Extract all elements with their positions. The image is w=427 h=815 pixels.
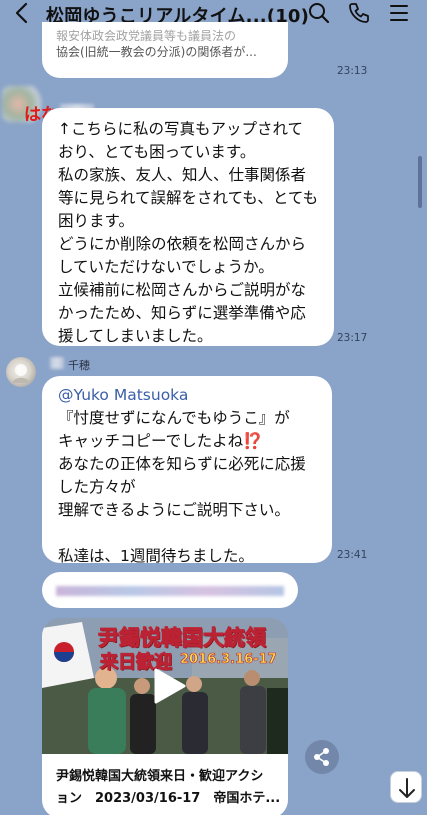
message-text-line: 『忖度せずになんでもゆうこ』が bbox=[58, 409, 290, 427]
share-button[interactable] bbox=[305, 740, 339, 774]
message-text-line: 立候補前に松岡さんからご説明がな bbox=[58, 281, 307, 299]
message-text-line: キャッチコピーでしたよね⁉️ bbox=[58, 432, 263, 450]
blurred-url bbox=[56, 586, 284, 596]
message-time: 23:41 bbox=[337, 549, 368, 561]
message-time: 23:13 bbox=[337, 65, 368, 77]
back-arrow-icon[interactable] bbox=[14, 2, 30, 28]
message-text-line: 等に見られて誤解をされても、とても bbox=[58, 189, 319, 207]
message-text-line: 困ります。 bbox=[58, 212, 134, 230]
thumbnail-date: 2016.3.16-17 bbox=[180, 652, 277, 668]
message-bubble[interactable]: @Yuko Matsuoka 『忖度せずになんでもゆうこ』が キャッチコピーでし… bbox=[42, 376, 332, 565]
message-text-line: ↑こちらに私の写真もアップされて bbox=[58, 120, 304, 138]
scroll-to-bottom-button[interactable] bbox=[390, 771, 422, 803]
share-icon bbox=[314, 748, 329, 766]
scrollbar-thumb[interactable] bbox=[418, 156, 422, 208]
message-text-line: していただけないでしょうか。 bbox=[58, 258, 274, 276]
message-text-line: かったため、知らずに選挙準備や応 bbox=[58, 304, 306, 322]
link-title-line: 尹錫悦韓国大統領来日・歓迎アクシ bbox=[56, 769, 264, 784]
message-text-line: 援してしまいました。 bbox=[58, 327, 213, 345]
message-text-line: 協会(旧統一教会の分派)の関係者が... bbox=[56, 45, 257, 59]
blurred-name bbox=[50, 357, 64, 369]
message-text-line: 私の家族、友人、知人、仕事関係者 bbox=[58, 166, 307, 184]
arrow-down-icon bbox=[399, 778, 415, 798]
message-text-line: あなたの正体を知らずに必死に応援 bbox=[58, 455, 306, 473]
link-title: 尹錫悦韓国大統領来日・歓迎アクシ ョン 2023/03/16-17 帝国ホテ..… bbox=[56, 766, 284, 810]
play-button[interactable] bbox=[148, 666, 188, 706]
message-text-line: した方々が bbox=[58, 478, 136, 496]
message-text-line: 理解できるようにご説明下さい。 bbox=[58, 501, 290, 519]
phone-icon[interactable] bbox=[348, 2, 370, 28]
message-time: 23:17 bbox=[337, 332, 368, 344]
message-text-line: 報安体政会政党議員等も議員法の bbox=[56, 29, 237, 43]
sender-name: 千穂 bbox=[68, 359, 90, 372]
message-bubble[interactable]: ↑こちらに私の写真もアップされて おり、とても困っています。 私の家族、友人、知… bbox=[42, 108, 334, 346]
mention-link[interactable]: @Yuko Matsuoka bbox=[58, 384, 332, 407]
search-icon[interactable] bbox=[308, 2, 330, 28]
avatar[interactable] bbox=[6, 357, 36, 387]
menu-icon[interactable] bbox=[389, 2, 409, 28]
link-title-line: ョン 2023/03/16-17 帝国ホテ... bbox=[56, 791, 281, 806]
blurred-link-bubble[interactable] bbox=[42, 572, 298, 608]
message-text-line: おり、とても困っています。 bbox=[58, 143, 256, 161]
message-text-line bbox=[58, 522, 332, 545]
link-preview-card[interactable]: 尹錫悦韓国大統領 来日歓迎 2016.3.16-17 尹錫悦韓国大統領来日・歓迎… bbox=[42, 618, 288, 815]
message-bubble[interactable]: 報安体政会政党議員等も議員法の 協会(旧統一教会の分派)の関係者が... bbox=[42, 22, 288, 78]
video-thumbnail[interactable]: 尹錫悦韓国大統領 来日歓迎 2016.3.16-17 bbox=[42, 618, 288, 754]
message-text-line: どうにか削除の依頼を松岡さんから bbox=[58, 235, 307, 253]
message-text-line: 私達は、1週間待ちました。 bbox=[58, 547, 254, 565]
